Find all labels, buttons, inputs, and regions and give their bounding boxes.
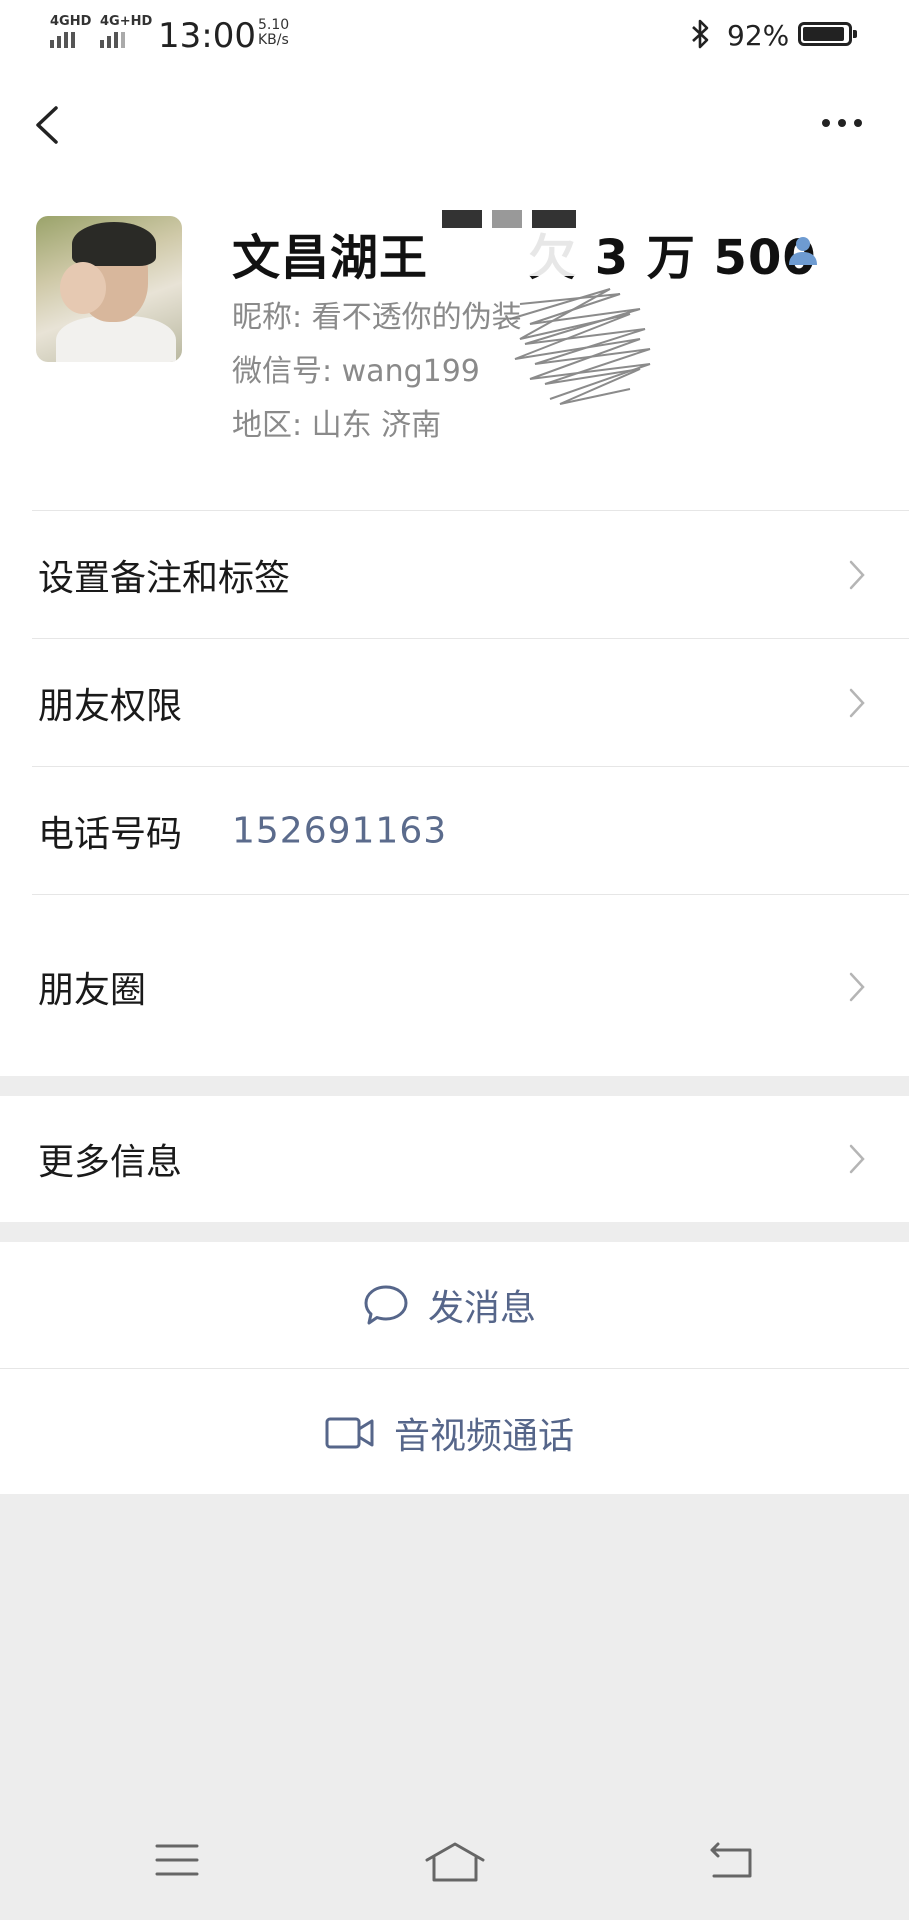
chevron-right-icon (849, 560, 865, 590)
name-prefix: 文昌湖王 (232, 230, 429, 286)
status-bar: 4GHD 4G+HD 13:00 5.10 KB/s 92% (0, 0, 909, 70)
network-speed: 5.10 KB/s (258, 18, 289, 48)
region: 地区: 山东 济南 (232, 408, 442, 443)
phone-number[interactable]: 152691163 (232, 811, 447, 852)
redaction-scribble (509, 288, 651, 405)
divider (32, 638, 909, 639)
redaction-mark (432, 210, 582, 276)
row-label: 电话号码 (38, 814, 183, 855)
contact-person-icon (789, 237, 817, 265)
signal-label-2: 4G+HD (100, 14, 153, 29)
battery-icon (798, 22, 857, 46)
row-label: 设置备注和标签 (38, 558, 291, 599)
chevron-right-icon (849, 972, 865, 1002)
row-moments[interactable]: 朋友圈 (0, 924, 909, 1050)
signal-bars-icon (50, 32, 91, 48)
wechat-id: 微信号: wang199 (232, 354, 480, 389)
divider (0, 1368, 909, 1369)
video-camera-icon (325, 1417, 374, 1449)
video-call-label: 音视频通话 (394, 1416, 575, 1457)
bluetooth-icon (692, 19, 709, 49)
speed-value: 5.10 (258, 17, 290, 33)
back-arrow-icon[interactable] (28, 100, 68, 150)
chevron-right-icon (849, 1144, 865, 1174)
signal-label-1: 4GHD (50, 14, 92, 29)
menu-icon[interactable] (154, 1840, 200, 1880)
speed-unit: KB/s (258, 32, 289, 48)
section-gap (0, 1076, 909, 1096)
signal-bars-icon (100, 32, 152, 48)
row-phone[interactable]: 电话号码 152691163 (0, 768, 909, 894)
home-icon[interactable] (424, 1840, 486, 1884)
send-message-label: 发消息 (428, 1288, 537, 1329)
chevron-right-icon (849, 688, 865, 718)
section-gap (0, 1222, 909, 1242)
send-message-button[interactable]: 发消息 (0, 1242, 909, 1368)
divider (32, 510, 909, 511)
chat-bubble-icon (364, 1285, 408, 1325)
row-remark-tags[interactable]: 设置备注和标签 (0, 512, 909, 638)
clock: 13:00 (158, 16, 256, 56)
row-label: 朋友圈 (38, 970, 147, 1011)
row-label: 朋友权限 (38, 686, 183, 727)
divider (32, 766, 909, 767)
signal-indicator-1: 4GHD (50, 14, 91, 48)
back-nav-icon[interactable] (708, 1840, 754, 1880)
row-friend-permissions[interactable]: 朋友权限 (0, 640, 909, 766)
row-more-info[interactable]: 更多信息 (0, 1096, 909, 1222)
more-options-icon[interactable] (822, 108, 872, 138)
row-label: 更多信息 (38, 1142, 183, 1183)
signal-indicator-2: 4G+HD (100, 14, 152, 48)
battery-percentage: 92% (727, 19, 790, 52)
divider (32, 894, 909, 895)
battery-fill (803, 27, 845, 41)
video-call-button[interactable]: 音视频通话 (0, 1370, 909, 1496)
avatar[interactable] (36, 216, 182, 362)
nickname: 昵称: 看不透你的伪装 (232, 300, 522, 335)
